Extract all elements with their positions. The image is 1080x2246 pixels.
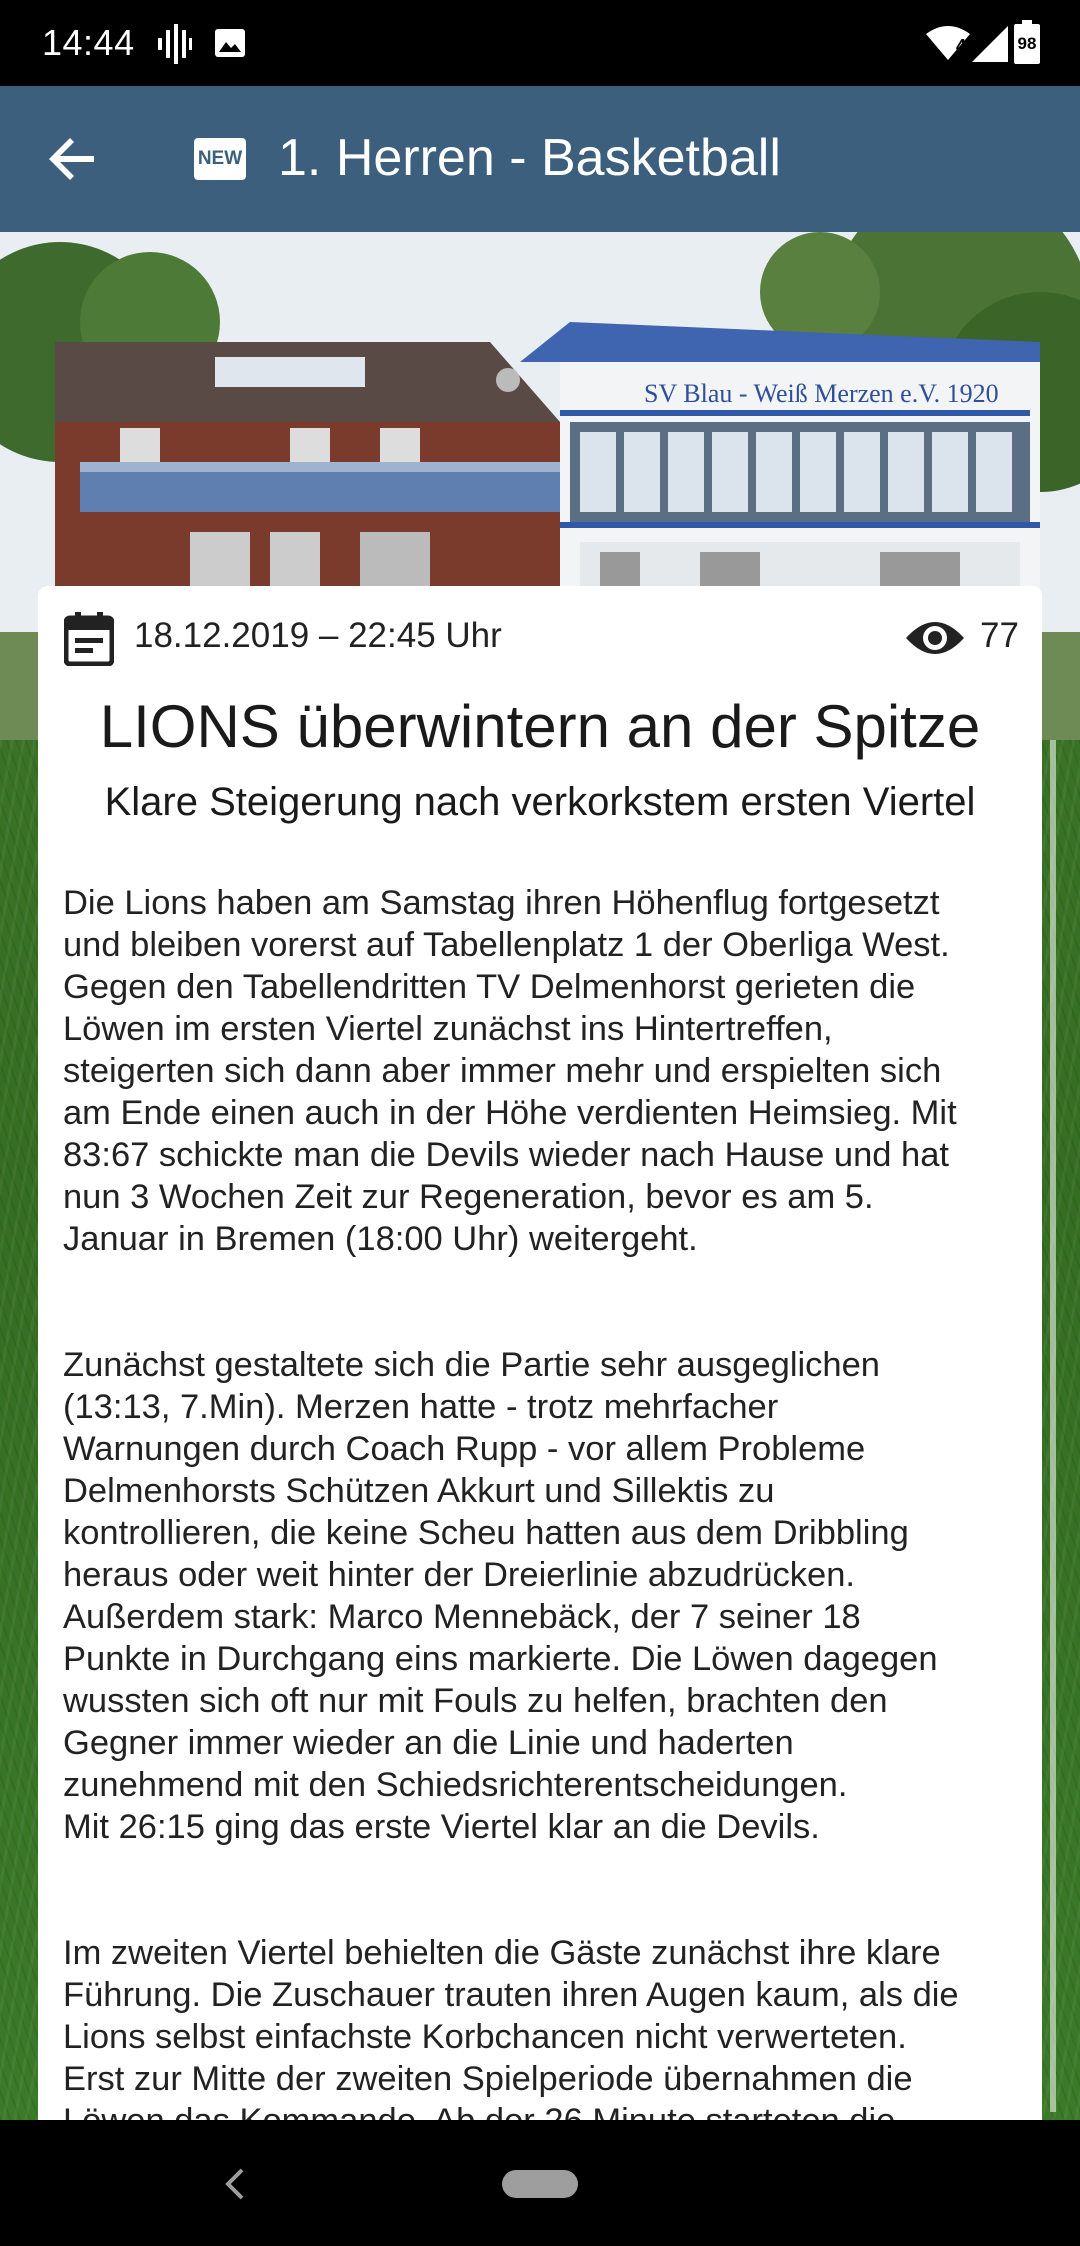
article-subheadline: Klare Steigerung nach verkorkstem ersten… [104, 780, 976, 824]
podcast-icon [158, 24, 192, 64]
club-sign: SV Blau - Weiß Merzen e.V. 1920 [644, 379, 999, 408]
calendar-icon [64, 612, 114, 666]
app-bar: NEW 1. Herren - Basketball [0, 86, 1080, 232]
status-time: 14:44 [42, 22, 135, 63]
page-title: 1. Herren - Basketball [278, 129, 781, 187]
new-badge-icon: NEW [194, 138, 246, 180]
system-nav-bar [0, 2120, 1080, 2246]
field-line [1050, 652, 1056, 2112]
arrow-back-icon[interactable] [44, 129, 104, 189]
signal-icon [972, 26, 1008, 62]
article-date: 18.12.2019 – 22:45 Uhr [134, 616, 502, 655]
article-card: 18.12.2019 – 22:45 Uhr 77 LIONS überwint… [38, 586, 1042, 2120]
new-badge-text: NEW [197, 148, 243, 169]
network-badge: 4 [956, 36, 967, 56]
article-meta: 18.12.2019 – 22:45 Uhr 77 [38, 586, 1042, 686]
battery-level: 98 [1017, 34, 1037, 53]
article-body: Die Lions haben am Samstag ihren Höhenfl… [63, 840, 1023, 2120]
eye-icon [906, 622, 964, 654]
status-bar: 14:44 4 98 [0, 0, 1080, 86]
nav-home-icon[interactable] [502, 2170, 578, 2198]
article-headline: LIONS überwintern an der Spitze [99, 693, 981, 760]
nav-back-icon[interactable] [220, 2166, 250, 2202]
image-icon [215, 29, 245, 57]
article-paragraph: Zunächst gestaltete sich die Partie sehr… [63, 1346, 938, 1846]
view-count: 77 [980, 616, 1019, 655]
article-paragraph: Im zweiten Viertel behielten die Gäste z… [63, 1934, 959, 2120]
article-paragraph: Die Lions haben am Samstag ihren Höhenfl… [63, 884, 957, 1258]
